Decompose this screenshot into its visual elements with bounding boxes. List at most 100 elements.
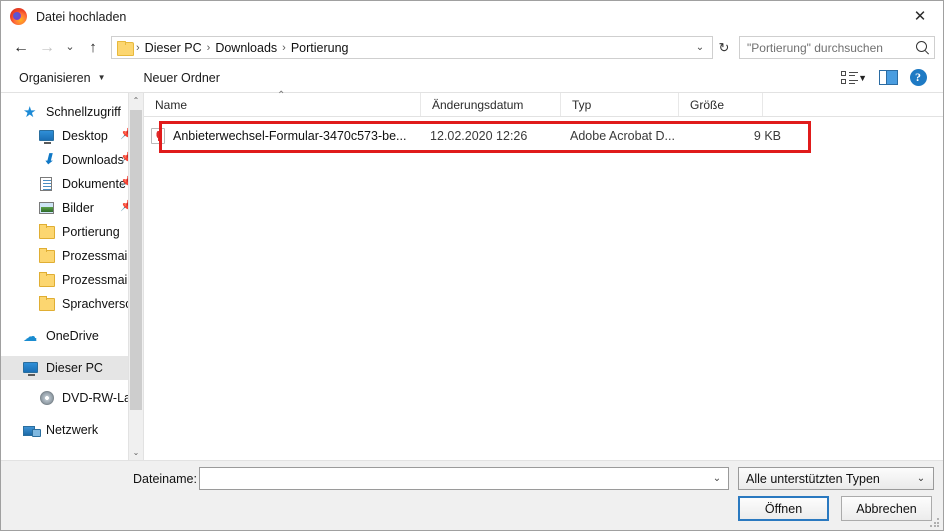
dialog-body: ★ Schnellzugriff Desktop 📌 ⬇ Downloads 📌… <box>1 90 943 460</box>
sidebar-item-label: Desktop <box>62 129 108 143</box>
filename-input[interactable]: ⌄ <box>199 467 729 490</box>
sidebar-item-portierung[interactable]: Portierung <box>1 220 143 244</box>
recent-locations-button[interactable]: ⌄ <box>60 35 80 61</box>
chevron-down-icon[interactable]: ⌄ <box>708 473 726 484</box>
column-header-type[interactable]: Typ <box>561 93 679 116</box>
sidebar-item-onedrive[interactable]: ☁ OneDrive <box>1 324 143 348</box>
navigation-sidebar: ★ Schnellzugriff Desktop 📌 ⬇ Downloads 📌… <box>1 93 144 460</box>
sidebar-item-dvd-rw-laufwerk[interactable]: DVD-RW-Laufwer <box>1 386 143 410</box>
sidebar-item-label: OneDrive <box>46 329 99 343</box>
search-icon[interactable] <box>915 40 930 55</box>
file-type-filter-select[interactable]: Alle unterstützten Typen ⌄ <box>738 467 934 490</box>
sidebar-item-dokumente[interactable]: Dokumente 📌 <box>1 172 143 196</box>
navigation-bar: ← → ⌄ ↑ › Dieser PC › Downloads › Portie… <box>1 32 943 63</box>
cloud-icon: ☁ <box>23 328 37 344</box>
folder-icon <box>39 248 55 264</box>
folder-icon <box>117 41 134 56</box>
pdf-file-icon <box>151 127 165 144</box>
search-placeholder: "Portierung" durchsuchen <box>747 40 883 55</box>
sidebar-item-label: Dieser PC <box>46 361 103 375</box>
file-list: Anbieterwechsel-Formular-3470c573-be... … <box>144 117 943 460</box>
sidebar-item-label: Netzwerk <box>46 423 99 437</box>
search-input[interactable]: "Portierung" durchsuchen <box>739 36 935 59</box>
refresh-icon[interactable]: ↻ <box>713 36 735 59</box>
download-arrow-icon: ⬇ <box>42 151 55 168</box>
scrollbar-thumb[interactable] <box>130 110 142 410</box>
open-button[interactable]: Öffnen <box>738 496 829 521</box>
sort-ascending-icon: ⌃ <box>277 90 286 101</box>
column-header-size[interactable]: Größe <box>679 93 763 116</box>
preview-pane-icon <box>878 70 898 85</box>
sidebar-item-desktop[interactable]: Desktop 📌 <box>1 124 143 148</box>
network-icon <box>23 422 41 438</box>
folder-icon <box>39 224 55 240</box>
sidebar-item-downloads[interactable]: ⬇ Downloads 📌 <box>1 148 143 172</box>
scrollbar-track[interactable] <box>129 108 143 445</box>
sidebar-item-bilder[interactable]: Bilder 📌 <box>1 196 143 220</box>
window-title: Datei hochladen <box>36 9 127 24</box>
sidebar-item-prozessmails-p4[interactable]: Prozessmails P4, <box>1 244 143 268</box>
document-icon <box>39 176 55 192</box>
chevron-down-icon[interactable]: ⌄ <box>911 473 931 484</box>
organize-label: Organisieren <box>19 70 91 85</box>
chevron-down-icon[interactable]: ⌄ <box>690 42 710 53</box>
file-upload-dialog: Datei hochladen ✕ ← → ⌄ ↑ › Dieser PC › … <box>0 0 944 531</box>
up-button[interactable]: ↑ <box>80 35 106 61</box>
filename-label: Dateiname: <box>133 472 197 486</box>
picture-icon <box>39 200 55 216</box>
new-folder-button[interactable]: Neuer Ordner <box>144 71 220 85</box>
cancel-button[interactable]: Abbrechen <box>841 496 932 521</box>
table-row[interactable]: Anbieterwechsel-Formular-3470c573-be... … <box>151 125 943 146</box>
forward-button[interactable]: → <box>34 35 60 61</box>
file-type: Adobe Acrobat D... <box>570 128 675 143</box>
close-icon[interactable]: ✕ <box>897 1 943 32</box>
firefox-icon <box>10 8 27 25</box>
sidebar-item-label: Bilder <box>62 201 94 215</box>
sidebar-item-label: Dokumente <box>62 177 126 191</box>
file-type-filter-value: Alle unterstützten Typen <box>746 471 880 486</box>
column-header-modified[interactable]: Änderungsdatum <box>421 93 561 116</box>
column-headers: Name ⌃ Änderungsdatum Typ Größe <box>144 90 943 117</box>
back-button[interactable]: ← <box>8 35 34 61</box>
file-size: 9 KB <box>753 128 781 143</box>
sidebar-item-label: Downloads <box>62 153 124 167</box>
file-list-pane: Name ⌃ Änderungsdatum Typ Größe Anbieter… <box>144 90 943 460</box>
organize-button[interactable]: Organisieren ▼ <box>19 71 106 85</box>
chevron-down-icon: ▼ <box>97 73 106 82</box>
folder-icon <box>39 272 55 288</box>
column-header-name[interactable]: Name ⌃ <box>144 90 421 116</box>
resize-grip[interactable] <box>929 517 940 528</box>
scroll-down-icon[interactable]: ⌄ <box>129 445 143 460</box>
monitor-icon <box>23 360 39 376</box>
file-modified: 12.02.2020 12:26 <box>430 128 528 143</box>
sidebar-item-netzwerk[interactable]: Netzwerk <box>1 418 143 442</box>
sidebar-item-label: Portierung <box>62 225 120 239</box>
list-view-icon <box>840 70 858 85</box>
address-bar[interactable]: › Dieser PC › Downloads › Portierung ⌄ <box>111 36 713 59</box>
column-label: Name <box>155 97 188 112</box>
breadcrumb-item-portierung[interactable]: Portierung <box>287 41 353 55</box>
breadcrumb-item-dieser-pc[interactable]: Dieser PC <box>141 41 206 55</box>
title-bar: Datei hochladen ✕ <box>1 1 943 32</box>
command-toolbar: Organisieren ▼ Neuer Ordner ▼ ? <box>1 63 943 93</box>
sidebar-item-dieser-pc[interactable]: Dieser PC <box>1 356 143 380</box>
help-button[interactable]: ? <box>903 66 933 90</box>
disc-icon <box>39 390 55 406</box>
dialog-footer: Dateiname: ⌄ Alle unterstützten Typen ⌄ … <box>1 460 943 530</box>
breadcrumb-item-downloads[interactable]: Downloads <box>211 41 281 55</box>
sidebar-item-prozessmails-p16[interactable]: Prozessmails P16 <box>1 268 143 292</box>
sidebar-item-label: Schnellzugriff <box>46 105 121 119</box>
scroll-up-icon[interactable]: ⌃ <box>129 93 143 108</box>
sidebar-scrollbar[interactable]: ⌃ ⌄ <box>128 93 143 460</box>
chevron-down-icon[interactable]: ▼ <box>858 73 867 83</box>
monitor-icon <box>39 128 55 144</box>
column-header-filler <box>763 93 943 116</box>
star-icon: ★ <box>23 104 37 121</box>
file-name: Anbieterwechsel-Formular-3470c573-be... <box>173 128 407 143</box>
help-icon: ? <box>909 69 927 86</box>
sidebar-item-schnellzugriff[interactable]: ★ Schnellzugriff <box>1 100 143 124</box>
sidebar-item-sprachverschluesselung[interactable]: Sprachverschlüs <box>1 292 143 316</box>
folder-icon <box>39 296 55 312</box>
preview-pane-button[interactable] <box>873 66 903 90</box>
toolbar-right-group: ▼ ? <box>834 66 933 90</box>
